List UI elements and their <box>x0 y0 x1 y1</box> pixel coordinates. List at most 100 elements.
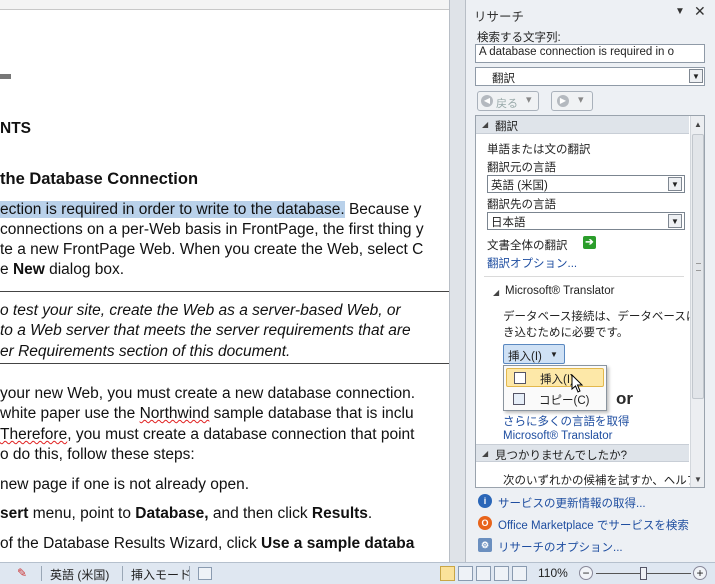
zoom-slider-thumb[interactable] <box>640 567 647 580</box>
search-input[interactable]: A database connection is required in o <box>475 44 705 63</box>
collapse-icon: ◢ <box>482 120 489 129</box>
draft-view-icon[interactable] <box>512 566 527 581</box>
insert-button-label: 挿入(I) <box>508 351 542 363</box>
not-found-text: 次のいずれかの候補を試すか、ヘルプにあ <box>503 475 705 487</box>
proofing-icon[interactable]: ✎ <box>17 566 27 580</box>
results-scrollbar[interactable]: ▲ ▼ <box>690 116 704 487</box>
research-options-icon: ⚙ <box>478 538 492 552</box>
more-languages-link[interactable]: さらに多くの言語を取得 <box>503 413 630 429</box>
divider <box>122 566 123 581</box>
scroll-up-icon[interactable]: ▲ <box>694 120 702 129</box>
to-language-value: 日本語 <box>491 217 526 229</box>
not-found-section-header[interactable]: ◢ 見つかりませんでしたか? <box>476 444 689 462</box>
footer-link-label: リサーチのオプション... <box>498 542 623 554</box>
word-translation-label: 単語または文の翻訳 <box>487 144 591 156</box>
service-select-value: 翻訳 <box>492 73 515 85</box>
go-arrow-icon[interactable]: ➔ <box>583 236 596 249</box>
from-language-select[interactable]: 英語 (米国) ▼ <box>487 175 685 193</box>
note-line: to a Web server that meets the server re… <box>0 322 411 339</box>
doc-heading-contents: NTS <box>0 120 31 137</box>
to-language-select[interactable]: 日本語 ▼ <box>487 212 685 230</box>
from-language-label: 翻訳元の言語 <box>487 162 556 174</box>
doc-paragraph-line: ection is required in order to write to … <box>0 201 422 218</box>
info-icon: i <box>478 494 492 508</box>
from-language-value: 英語 (米国) <box>491 180 548 192</box>
collapse-icon: ◢ <box>482 449 489 458</box>
doc-paragraph-line: connections on a per-Web basis in FrontP… <box>0 221 424 238</box>
footer-link-label: Office Marketplace でサービスを検索 <box>498 520 689 532</box>
spelling-error: Northwind <box>139 405 210 422</box>
insert-mode-indicator[interactable]: 挿入モード <box>131 566 191 583</box>
selected-text[interactable]: ection is required in order to write to … <box>0 201 345 218</box>
divider <box>41 566 42 581</box>
back-label: 戻る <box>496 98 518 110</box>
menu-item-insert[interactable]: 挿入(I) <box>506 368 604 387</box>
macro-record-icon[interactable] <box>198 567 212 580</box>
translation-result-line: き込むために必要です。 <box>503 327 629 339</box>
chevron-down-icon[interactable]: ▼ <box>668 214 682 228</box>
doc-step-line: of the Database Results Wizard, click Us… <box>0 535 415 552</box>
translation-result-line: データベース接続は、データベースに書 <box>503 311 705 323</box>
doc-step-line: new page if one is not already open. <box>0 476 250 493</box>
zoom-level[interactable]: 110% <box>538 566 568 580</box>
doc-paragraph-line: e New dialog box. <box>0 261 125 278</box>
forward-dropdown-icon[interactable]: ▾ <box>578 93 584 106</box>
note-border-top <box>0 291 449 292</box>
menu-item-label: コピー(C) <box>539 395 590 407</box>
ruler <box>0 0 449 10</box>
doc-heading-database-connection: the Database Connection <box>0 170 199 188</box>
language-indicator[interactable]: 英語 (米国) <box>50 566 109 583</box>
footer-link-label: サービスの更新情報の取得... <box>498 498 646 510</box>
collapse-icon[interactable]: ◢ <box>493 288 499 297</box>
back-dropdown-icon[interactable]: ▾ <box>526 93 532 106</box>
back-button[interactable]: ◀ 戻る ▾ <box>477 91 539 111</box>
copy-icon <box>513 393 525 405</box>
translation-options-link[interactable]: 翻訳オプション... <box>487 255 577 271</box>
pane-title: リサーチ <box>474 10 525 24</box>
to-language-label: 翻訳先の言語 <box>487 199 556 211</box>
doc-paragraph-line: Therefore, you must create a database co… <box>0 426 415 443</box>
web-layout-view-icon[interactable] <box>476 566 491 581</box>
insert-button[interactable]: 挿入(I) ▼ <box>503 344 565 364</box>
paste-icon <box>514 372 526 384</box>
chevron-down-icon[interactable]: ▼ <box>689 69 703 83</box>
note-border-bottom <box>0 363 449 364</box>
search-label: 検索する文字列: <box>477 32 561 44</box>
translation-section-header[interactable]: ◢ 翻訳 <box>476 116 689 134</box>
section-title: 翻訳 <box>495 121 518 133</box>
pane-menu-icon[interactable]: ▼ <box>675 6 685 17</box>
research-pane: リサーチ ▼ ✕ 検索する文字列: A database connection … <box>466 0 715 562</box>
doc-step-line: sert menu, point to Database, and then c… <box>0 505 373 522</box>
ms-translator-link[interactable]: Microsoft® Translator <box>503 430 612 442</box>
note-line: o test your site, create the Web as a se… <box>0 302 401 319</box>
divider <box>189 566 190 581</box>
status-bar: ✎ 英語 (米国) 挿入モード 110% − + <box>0 562 715 584</box>
chevron-down-icon[interactable]: ▼ <box>668 177 682 191</box>
scrollbar-thumb[interactable] <box>692 134 704 399</box>
outline-view-icon[interactable] <box>494 566 509 581</box>
section-title: 見つかりませんでしたか? <box>495 450 627 462</box>
spelling-error: Therefore <box>0 426 68 443</box>
scroll-down-icon[interactable]: ▼ <box>694 475 702 484</box>
mouse-cursor-icon <box>571 374 584 393</box>
forward-arrow-icon: ▶ <box>557 95 569 107</box>
menu-item-copy[interactable]: コピー(C) <box>506 390 604 409</box>
back-arrow-icon: ◀ <box>481 95 493 107</box>
margin-marker <box>0 74 11 79</box>
forward-button[interactable]: ▶ ▾ <box>551 91 593 111</box>
zoom-out-icon[interactable]: − <box>579 566 593 580</box>
print-layout-view-icon[interactable] <box>440 566 455 581</box>
full-screen-reading-view-icon[interactable] <box>458 566 473 581</box>
doc-paragraph-line: white paper use the Northwind sample dat… <box>0 405 414 422</box>
doc-paragraph-line: o do this, follow these steps: <box>0 446 195 463</box>
insert-dropdown-menu: 挿入(I) コピー(C) <box>503 365 607 411</box>
divider <box>484 276 684 277</box>
close-icon[interactable]: ✕ <box>694 3 706 20</box>
zoom-in-icon[interactable]: + <box>693 566 707 580</box>
chevron-down-icon[interactable]: ▼ <box>550 350 558 359</box>
service-select[interactable]: 翻訳 ▼ <box>475 67 705 86</box>
ms-translator-heading: Microsoft® Translator <box>505 285 615 297</box>
pane-splitter[interactable] <box>449 0 466 562</box>
document-page[interactable]: NTS the Database Connection ection is re… <box>0 0 449 562</box>
translate-document-link[interactable]: 文書全体の翻訳 <box>487 237 568 253</box>
